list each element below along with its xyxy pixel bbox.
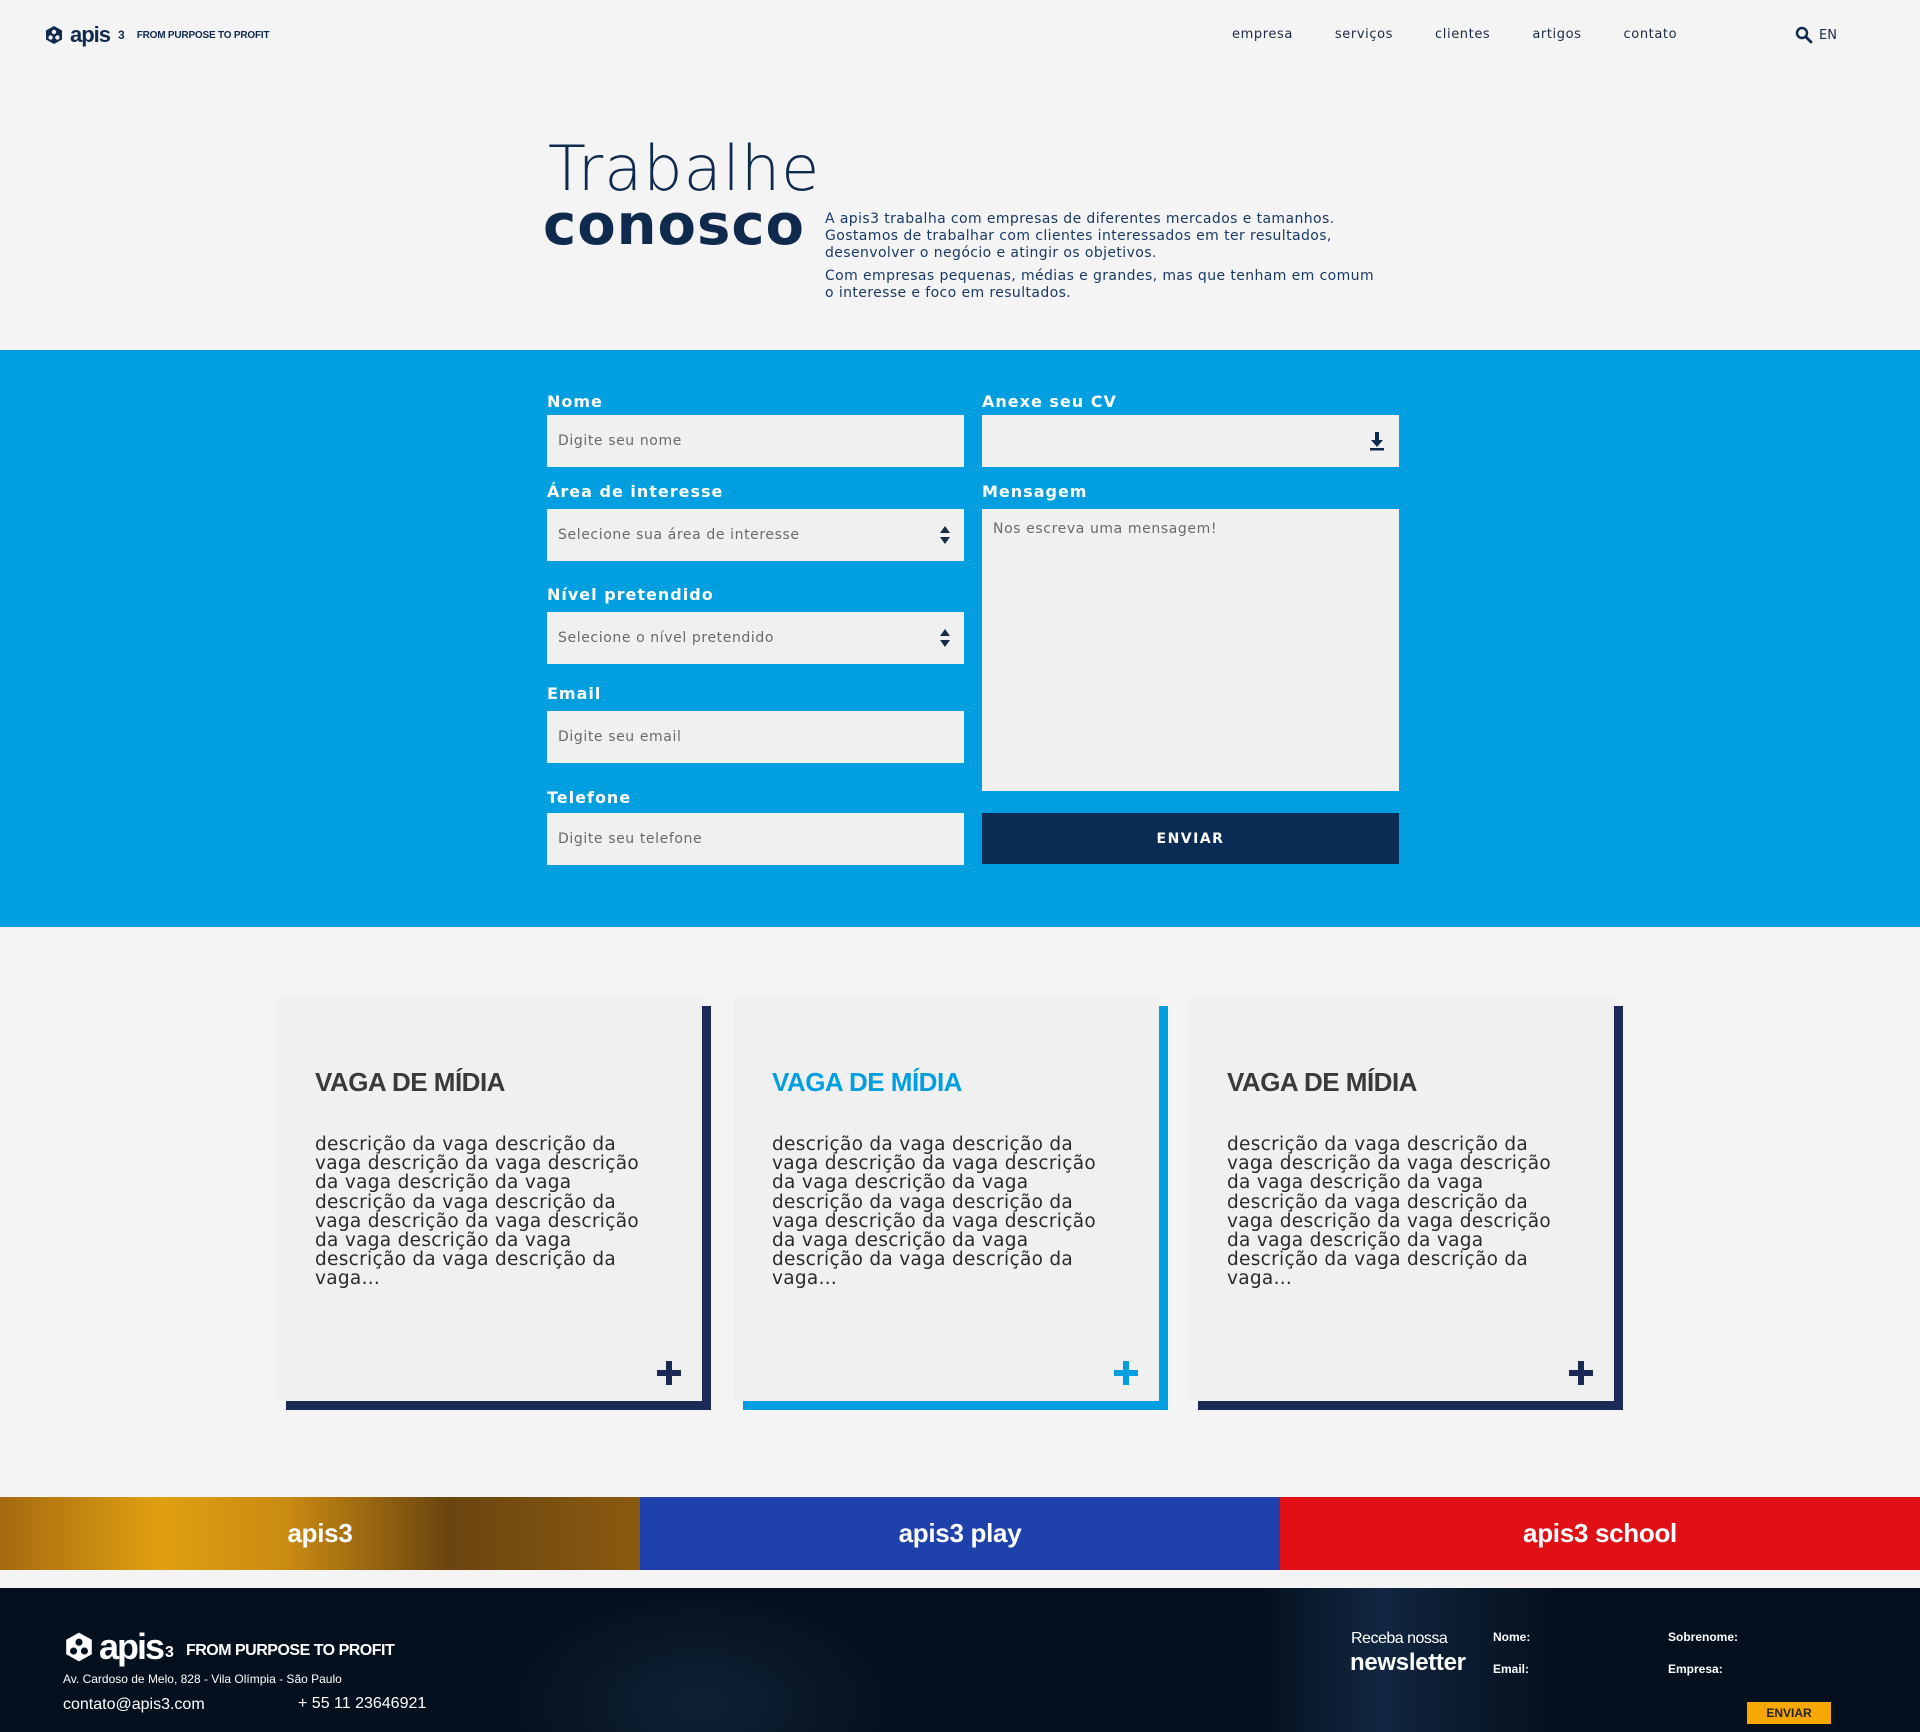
mensagem-label: Mensagem xyxy=(982,482,1088,501)
apis3-logo-icon xyxy=(66,1632,92,1662)
plus-icon[interactable] xyxy=(657,1361,681,1385)
plus-icon[interactable] xyxy=(1569,1361,1593,1385)
newsletter-submit-button[interactable]: ENVIAR xyxy=(1747,1702,1831,1724)
language-switch[interactable]: EN xyxy=(1819,28,1837,43)
footer-logo-sub: 3 xyxy=(165,1644,174,1661)
logo-tagline: FROM PURPOSE TO PROFIT xyxy=(136,29,270,41)
nivel-select[interactable]: Selecione o nível pretendido xyxy=(547,612,964,664)
logo-sub: 3 xyxy=(118,28,125,42)
site-header: apis 3 FROM PURPOSE TO PROFIT empresa ser… xyxy=(0,0,1920,70)
footer-address: Av. Cardoso de Melo, 828 - Vila Olímpia … xyxy=(63,1672,342,1686)
telefone-input[interactable]: Digite seu telefone xyxy=(547,813,964,865)
main-nav: empresa serviços clientes artigos contat… xyxy=(1232,27,1719,42)
brand-link-apis3-school[interactable]: apis3 school xyxy=(1280,1497,1920,1570)
newsletter-sobrenome-field[interactable]: Sobrenome: xyxy=(1668,1630,1738,1644)
enviar-button[interactable]: ENVIAR xyxy=(982,813,1399,864)
card-body: VAGA DE MÍDIA descrição da vaga descriçã… xyxy=(1189,997,1614,1401)
hero-intro: A apis3 trabalha com empresas de diferen… xyxy=(825,211,1385,308)
select-arrows-icon xyxy=(940,526,950,544)
nivel-select-value: Selecione o nível pretendido xyxy=(558,630,775,646)
job-description: descrição da vaga descrição da vaga desc… xyxy=(315,1134,639,1290)
select-arrows-icon xyxy=(940,629,950,647)
cv-label: Anexe seu CV xyxy=(982,392,1117,411)
newsletter-nome-field[interactable]: Nome: xyxy=(1493,1630,1530,1644)
footer-logo-tagline: FROM PURPOSE TO PROFIT xyxy=(185,1642,395,1659)
footer-logo[interactable]: apis 3 FROM PURPOSE TO PROFIT xyxy=(63,1626,395,1668)
job-description: descrição da vaga descrição da vaga desc… xyxy=(1227,1134,1551,1290)
area-select[interactable]: Selecione sua área de interesse xyxy=(547,509,964,561)
mensagem-textarea[interactable]: Nos escreva uma mensagem! xyxy=(982,509,1399,791)
telefone-label: Telefone xyxy=(547,788,632,807)
header-logo[interactable]: apis 3 FROM PURPOSE TO PROFIT xyxy=(44,22,270,48)
card-body: VAGA DE MÍDIA descrição da vaga descriçã… xyxy=(734,997,1159,1401)
nav-empresa[interactable]: empresa xyxy=(1232,27,1293,42)
card-body: VAGA DE MÍDIA descrição da vaga descriçã… xyxy=(277,997,702,1401)
brand-link-apis3[interactable]: apis3 xyxy=(0,1497,640,1570)
hero-paragraph-2: Com empresas pequenas, médias e grandes,… xyxy=(825,268,1374,301)
site-footer: apis 3 FROM PURPOSE TO PROFIT Av. Cardoso… xyxy=(0,1588,1920,1732)
nav-servicos[interactable]: serviços xyxy=(1335,27,1393,42)
footer-email-link[interactable]: contato@apis3.com xyxy=(63,1696,205,1714)
application-form: Nome Digite seu nome Área de interesse S… xyxy=(0,350,1920,927)
newsletter-email-field[interactable]: Email: xyxy=(1493,1662,1529,1676)
newsletter-empresa-field[interactable]: Empresa: xyxy=(1668,1662,1723,1676)
footer-logo-name: apis xyxy=(99,1626,165,1667)
hero-paragraph-1: A apis3 trabalha com empresas de diferen… xyxy=(825,211,1335,261)
job-title: VAGA DE MÍDIA xyxy=(1227,1067,1417,1097)
footer-background xyxy=(500,1588,900,1732)
apis3-logo-icon xyxy=(46,26,62,44)
plus-icon[interactable] xyxy=(1114,1361,1138,1385)
footer-phone: + 55 11 23646921 xyxy=(298,1695,427,1712)
search-icon[interactable] xyxy=(1795,26,1813,44)
header-tools: EN xyxy=(1795,26,1837,44)
cv-upload-field[interactable] xyxy=(982,415,1399,467)
job-title: VAGA DE MÍDIA xyxy=(772,1067,962,1097)
nav-clientes[interactable]: clientes xyxy=(1435,27,1490,42)
area-select-value: Selecione sua área de interesse xyxy=(558,527,800,543)
email-label: Email xyxy=(547,684,602,703)
newsletter-subtitle: Receba nossa xyxy=(1351,1630,1448,1647)
download-icon[interactable] xyxy=(1369,431,1385,451)
nome-label: Nome xyxy=(547,392,603,411)
nome-input[interactable]: Digite seu nome xyxy=(547,415,964,467)
area-label: Área de interesse xyxy=(547,482,724,501)
newsletter-title: newsletter xyxy=(1350,1649,1466,1676)
nav-contato[interactable]: contato xyxy=(1624,27,1678,42)
email-input[interactable]: Digite seu email xyxy=(547,711,964,763)
nav-artigos[interactable]: artigos xyxy=(1532,27,1581,42)
page-title-light: Trabalhe xyxy=(548,132,821,205)
job-title: VAGA DE MÍDIA xyxy=(315,1067,505,1097)
brand-link-apis3-play[interactable]: apis3 play xyxy=(640,1497,1280,1570)
job-description: descrição da vaga descrição da vaga desc… xyxy=(772,1134,1096,1290)
page-title-bold: conosco xyxy=(543,193,806,258)
logo-name: apis xyxy=(70,22,111,47)
nivel-label: Nível pretendido xyxy=(547,585,714,604)
